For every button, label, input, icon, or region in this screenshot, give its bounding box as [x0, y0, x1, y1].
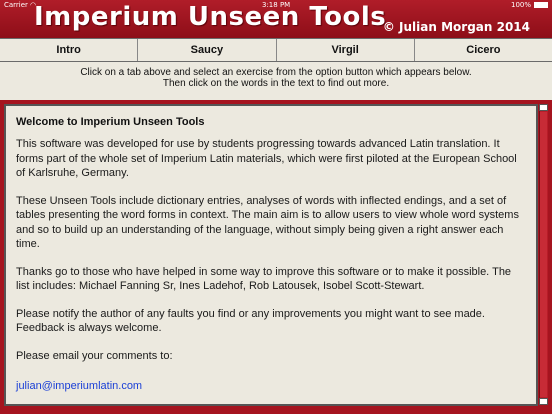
- paragraph-email-prompt: Please email your comments to:: [16, 349, 173, 362]
- instructions-panel: Click on a tab above and select an exerc…: [0, 62, 552, 100]
- carrier-label: Carrier ◠: [4, 1, 36, 9]
- email-link[interactable]: julian@imperiumlatin.com: [16, 380, 142, 392]
- carrier-text: Carrier: [4, 1, 28, 9]
- instructions-line-1: Click on a tab above and select an exerc…: [80, 67, 472, 78]
- battery-percent: 100%: [510, 1, 531, 9]
- app-title: Imperium Unseen Tools: [34, 2, 387, 32]
- scroll-down-button[interactable]: [539, 398, 548, 405]
- tab-intro[interactable]: Intro: [0, 39, 139, 61]
- paragraph-purpose: This software was developed for use by s…: [16, 138, 517, 179]
- scrollbar-thumb[interactable]: [540, 112, 547, 397]
- scroll-up-button[interactable]: [539, 104, 548, 111]
- paragraph-feedback: Please notify the author of any faults y…: [16, 307, 485, 335]
- tab-cicero[interactable]: Cicero: [415, 39, 552, 61]
- app-header: Carrier ◠ 3:18 PM 100% Imperium Unseen To…: [0, 0, 552, 38]
- welcome-heading: Welcome to Imperium Unseen Tools: [16, 116, 205, 128]
- battery-icon: [534, 2, 548, 8]
- paragraph-thanks: Thanks go to those who have helped in so…: [16, 265, 512, 293]
- tab-bar: Intro Saucy Virgil Cicero: [0, 38, 552, 62]
- instructions-line-2: Then click on the words in the text to f…: [162, 78, 390, 89]
- tab-saucy[interactable]: Saucy: [138, 39, 277, 61]
- tab-virgil[interactable]: Virgil: [277, 39, 415, 61]
- copyright-label: © Julian Morgan 2014: [382, 20, 530, 34]
- paragraph-features: These Unseen Tools include dictionary en…: [16, 194, 519, 251]
- battery-status: 100%: [511, 1, 548, 9]
- intro-text-panel[interactable]: Welcome to Imperium Unseen Tools This so…: [4, 104, 538, 406]
